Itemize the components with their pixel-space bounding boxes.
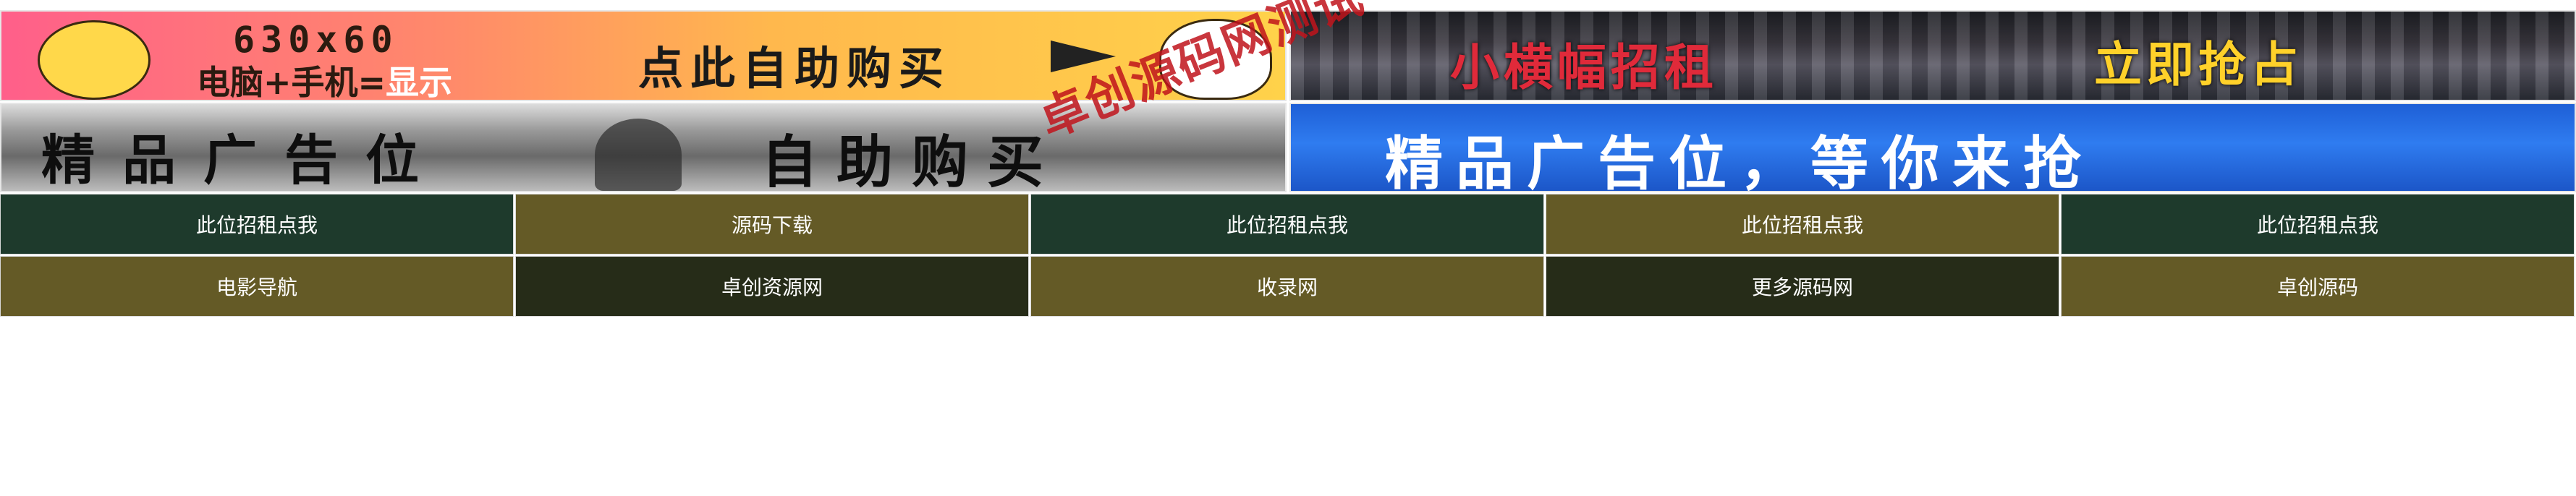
silhouette-image [595, 119, 682, 191]
nav-link-index-site[interactable]: 收录网 [1030, 256, 1544, 317]
banner-premium-text: 精品广告位 [41, 129, 446, 192]
nav-link-rent-1[interactable]: 此位招租点我 [0, 194, 514, 255]
nav-link-rent-3[interactable]: 此位招租点我 [1546, 194, 2059, 255]
banner-wait-text: 精品广告位，等你来抢 [1385, 130, 2094, 192]
cartoon-girl-image [38, 20, 151, 100]
nav-link-rent-2[interactable]: 此位招租点我 [1030, 194, 1544, 255]
banner-selfbuy-text: 自助购买 [761, 129, 1063, 192]
nav-link-zhuochuang-resource[interactable]: 卓创资源网 [515, 256, 1029, 317]
page: 630x60 电脑+手机=显示 点此自助购买 小横幅招租 立即抢占 精品广告位 … [0, 0, 2576, 496]
banner-buy-text: 点此自助购买 [638, 42, 952, 95]
banner-small-rent[interactable]: 小横幅招租 立即抢占 [1289, 10, 2576, 101]
link-row-1: 此位招租点我 源码下载 此位招租点我 此位招租点我 此位招租点我 [0, 194, 2576, 255]
nav-link-source-download[interactable]: 源码下载 [515, 194, 1029, 255]
banner-rent-text: 小横幅招租 [1450, 40, 1719, 97]
banner-cta-text: 立即抢占 [2094, 37, 2302, 93]
link-row-2: 电影导航 卓创资源网 收录网 更多源码网 卓创源码 [0, 256, 2576, 317]
banner-premium-wait[interactable]: 精品广告位，等你来抢 [1289, 103, 2576, 192]
nav-link-more-source[interactable]: 更多源码网 [1546, 256, 2059, 317]
nav-link-zhuochuang-source[interactable]: 卓创源码 [2061, 256, 2575, 317]
banner-device-text: 电脑+手机=显示 [197, 63, 453, 101]
nav-link-movie-nav[interactable]: 电影导航 [0, 256, 514, 317]
link-grid: 此位招租点我 源码下载 此位招租点我 此位招租点我 此位招租点我 电影导航 卓创… [0, 194, 2576, 317]
banner-size-text: 630x60 [233, 19, 399, 61]
nav-link-rent-4[interactable]: 此位招租点我 [2061, 194, 2575, 255]
